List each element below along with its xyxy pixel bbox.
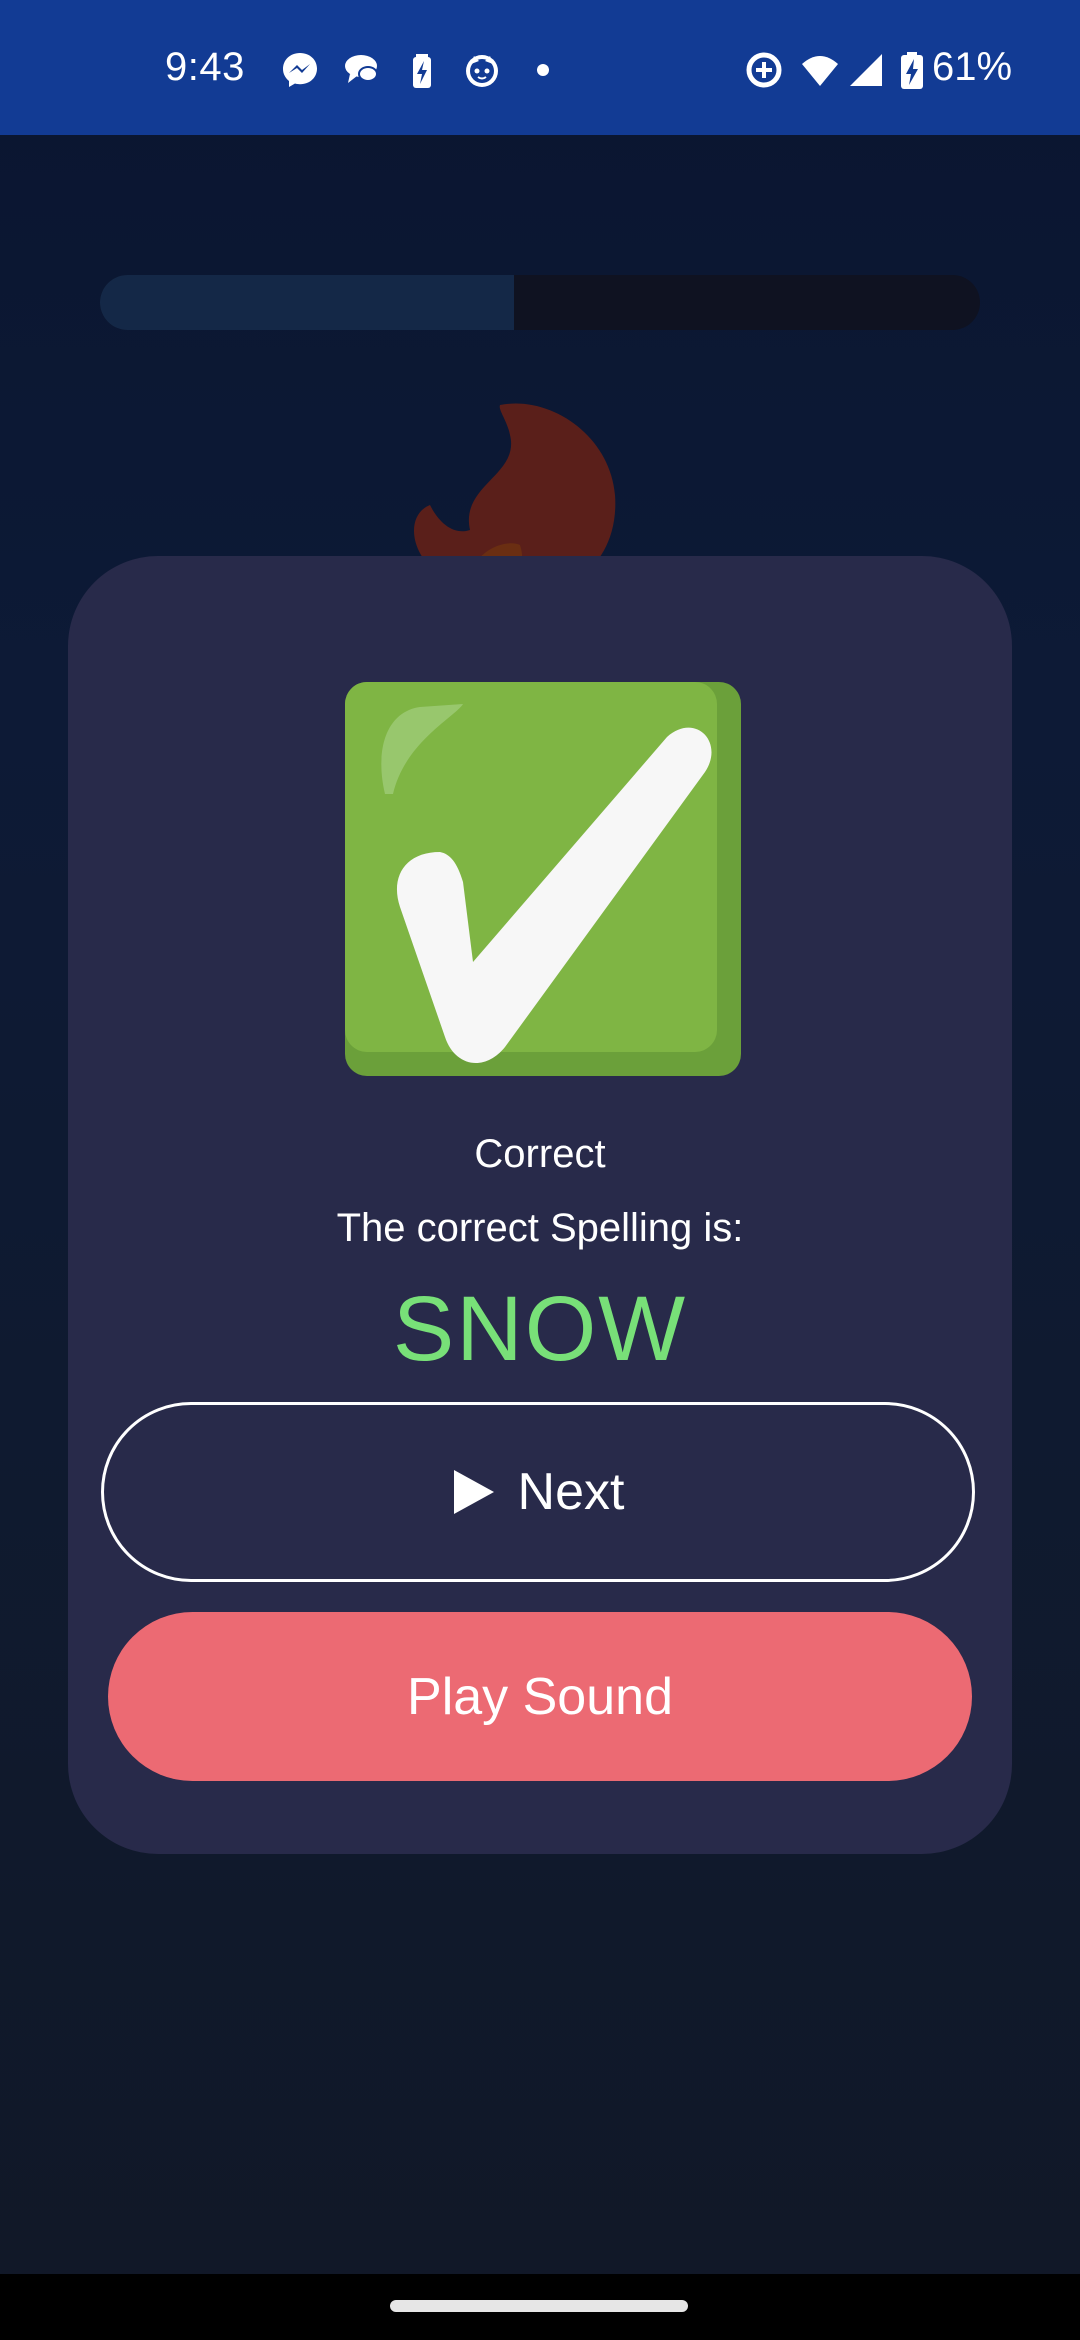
status-bar: 9:43 61% <box>0 0 1080 135</box>
battery-percent: 61% <box>932 45 1013 89</box>
battery-saver-icon <box>413 54 431 88</box>
status-time: 9:43 <box>165 45 245 89</box>
home-gesture-handle[interactable] <box>390 2300 688 2312</box>
quiz-progress-bar <box>100 275 980 330</box>
next-button[interactable]: Next <box>101 1402 975 1582</box>
wifi-icon <box>802 56 838 86</box>
result-title: Correct <box>474 1132 606 1176</box>
check-mark-button-icon <box>345 682 741 1076</box>
play-sound-button[interactable]: Play Sound <box>108 1612 972 1781</box>
quiz-progress-fill <box>100 275 514 330</box>
next-button-label: Next <box>517 1463 625 1521</box>
messenger-icon <box>283 53 317 87</box>
navigation-bar <box>0 2274 1080 2340</box>
play-sound-button-label: Play Sound <box>407 1667 673 1726</box>
answer-word: SNOW <box>392 1278 688 1380</box>
battery-charging-icon <box>901 52 923 89</box>
data-saver-icon <box>746 52 782 88</box>
result-card: Correct The correct Spelling is: SNOW Ne… <box>68 556 1012 1854</box>
chat-bubbles-icon <box>345 55 378 83</box>
fire-icon <box>413 403 616 575</box>
result-subtitle: The correct Spelling is: <box>336 1206 744 1250</box>
cell-signal-icon <box>850 54 882 86</box>
cat-face-icon <box>466 55 498 87</box>
dot-icon <box>537 64 549 76</box>
play-icon <box>453 1470 494 1514</box>
